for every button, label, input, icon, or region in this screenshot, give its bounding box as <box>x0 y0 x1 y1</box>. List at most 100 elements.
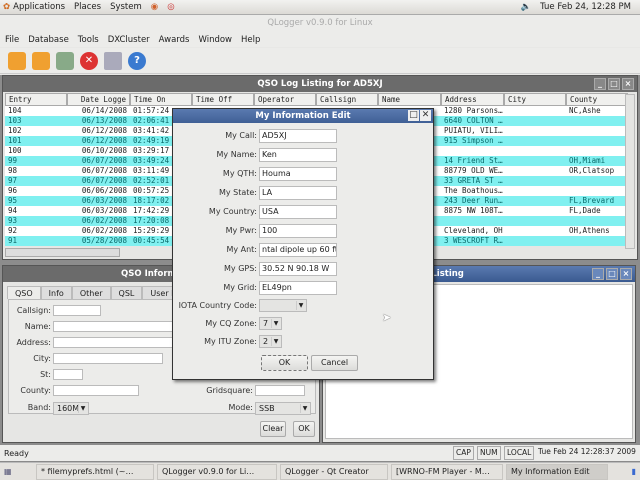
maximize-icon[interactable]: □ <box>608 78 620 90</box>
dialog-cancel-button[interactable]: Cancel <box>311 355 358 371</box>
task-qt-creator[interactable]: QLogger - Qt Creator <box>280 463 388 480</box>
menu-help[interactable]: Help <box>241 35 260 45</box>
dialog-ok-button[interactable]: OK <box>261 355 308 371</box>
col-county[interactable]: County <box>566 93 628 106</box>
menu-awards[interactable]: Awards <box>159 35 190 45</box>
menu-tools[interactable]: Tools <box>78 35 99 45</box>
st-input[interactable] <box>53 369 83 380</box>
col-entry[interactable]: Entry <box>5 93 67 106</box>
field-label: My Country: <box>208 207 257 216</box>
task-qlogger[interactable]: QLogger v0.9.0 for Li… <box>157 463 277 480</box>
cell-address: 88779 OLD WE… <box>444 166 503 175</box>
tab-info[interactable]: Info <box>40 286 72 299</box>
main-window-title: QLogger v0.9.0 for Linux <box>0 15 640 32</box>
col-time-off[interactable]: Time Off <box>192 93 254 106</box>
open-folder-icon[interactable] <box>8 51 26 70</box>
places-menu[interactable]: Places <box>74 2 101 12</box>
cq-zone-select[interactable]: 7 ▼ <box>259 317 282 330</box>
cell-date: 06/06/2008 <box>81 186 127 195</box>
cell-address: 6640 COLTON … <box>444 116 503 125</box>
cell-entry: 100 <box>8 146 22 155</box>
menu-file[interactable]: File <box>5 35 19 45</box>
col-time-on[interactable]: Time On <box>130 93 192 106</box>
cell-c8 <box>504 126 566 136</box>
cell-county <box>566 236 628 246</box>
my-info-icon[interactable] <box>104 51 122 70</box>
task-my-information-edit[interactable]: My Information Edit <box>506 463 608 480</box>
iota-select[interactable]: ▼ <box>259 299 307 312</box>
tab-qsl[interactable]: QSL <box>110 286 143 299</box>
horizontal-scrollbar[interactable] <box>5 248 120 257</box>
menu-database[interactable]: Database <box>28 35 69 45</box>
col-address[interactable]: Address <box>441 93 504 106</box>
tab-other[interactable]: Other <box>71 286 111 299</box>
maximize-icon[interactable]: □ <box>408 110 419 121</box>
band-value: 160M <box>57 404 80 413</box>
field-input[interactable]: EL49pn <box>259 281 337 295</box>
col-operator[interactable]: Operator <box>254 93 316 106</box>
field-input[interactable]: Ken <box>259 148 337 162</box>
maximize-icon[interactable]: □ <box>606 268 618 280</box>
menu-window[interactable]: Window <box>198 35 232 45</box>
gridsquare-label: Gridsquare: <box>206 386 253 395</box>
col-callsign[interactable]: Callsign <box>316 93 378 106</box>
field-input[interactable]: ntal dipole up 60 ft. <box>259 243 337 257</box>
field-label: My Pwr: <box>225 226 257 235</box>
cell-date: 05/28/2008 <box>81 236 127 245</box>
col-city[interactable]: City <box>504 93 566 106</box>
status-bar: Ready CAP NUM LOCAL Tue Feb 24 12:28:37 … <box>0 445 640 461</box>
task-filemyprefs[interactable]: * filemyprefs.html (~… <box>36 463 154 480</box>
minimize-icon[interactable]: _ <box>592 268 604 280</box>
minimize-icon[interactable]: _ <box>594 78 606 90</box>
close-icon[interactable]: × <box>622 78 634 90</box>
tab-qso[interactable]: QSO <box>7 286 41 299</box>
chevron-down-icon: ▼ <box>78 404 87 413</box>
field-input[interactable]: 30.52 N 90.18 W <box>259 262 337 276</box>
field-input[interactable]: Houma <box>259 167 337 181</box>
clear-button[interactable]: Clear <box>260 421 286 437</box>
firefox-icon[interactable]: ◉ <box>151 2 158 12</box>
local-indicator: LOCAL <box>504 446 535 460</box>
menu-dxcluster[interactable]: DXCluster <box>108 35 150 45</box>
volume-icon[interactable]: 🔈 <box>521 2 532 12</box>
cell-entry: 103 <box>8 116 22 125</box>
qso-ok-button[interactable]: OK <box>293 421 315 437</box>
trash-icon[interactable]: ▮ <box>632 467 640 476</box>
show-desktop-icon[interactable]: ▦ <box>0 467 36 476</box>
gridsquare-input[interactable] <box>255 385 305 396</box>
close-icon[interactable]: ✕ <box>420 110 431 121</box>
field-input[interactable]: AD5XJ <box>259 129 337 143</box>
vertical-scrollbar[interactable] <box>625 94 635 249</box>
close-icon[interactable]: × <box>620 268 632 280</box>
name-input[interactable] <box>53 321 173 332</box>
col-date[interactable]: Date Logge <box>67 93 130 106</box>
field-row: My Grid: EL49pn <box>173 281 435 296</box>
field-input[interactable]: 100 <box>259 224 337 238</box>
itu-zone-row: My ITU Zone: 2 ▼ <box>173 335 435 350</box>
field-label: My QTH: <box>222 169 257 178</box>
task-wrno-player[interactable]: [WRNO-FM Player - M… <box>391 463 503 480</box>
stop-icon[interactable]: ✕ <box>80 51 98 70</box>
help-icon[interactable]: ◎ <box>167 2 174 12</box>
folder-icon[interactable] <box>32 51 50 70</box>
name-label: Name: <box>24 322 51 331</box>
plug-icon[interactable] <box>56 51 74 70</box>
field-input[interactable]: LA <box>259 186 337 200</box>
cell-entry: 98 <box>8 166 18 175</box>
col-name[interactable]: Name <box>378 93 441 106</box>
panel-clock[interactable]: Tue Feb 24, 12:28 PM <box>540 2 631 12</box>
cell-date: 06/02/2008 <box>81 226 127 235</box>
applications-menu[interactable]: Applications <box>13 2 65 12</box>
callsign-input[interactable] <box>53 305 101 316</box>
address-input[interactable] <box>53 337 173 348</box>
system-menu[interactable]: System <box>110 2 142 12</box>
cell-county: OH,Athens <box>569 226 610 235</box>
county-input[interactable] <box>53 385 139 396</box>
itu-zone-select[interactable]: 2 ▼ <box>259 335 282 348</box>
help-icon[interactable]: ? <box>128 51 146 70</box>
cell-entry: 99 <box>8 156 18 165</box>
city-input[interactable] <box>53 353 163 364</box>
mode-select[interactable]: SSB ▼ <box>255 402 311 415</box>
field-input[interactable]: USA <box>259 205 337 219</box>
band-select[interactable]: 160M ▼ <box>53 402 89 415</box>
